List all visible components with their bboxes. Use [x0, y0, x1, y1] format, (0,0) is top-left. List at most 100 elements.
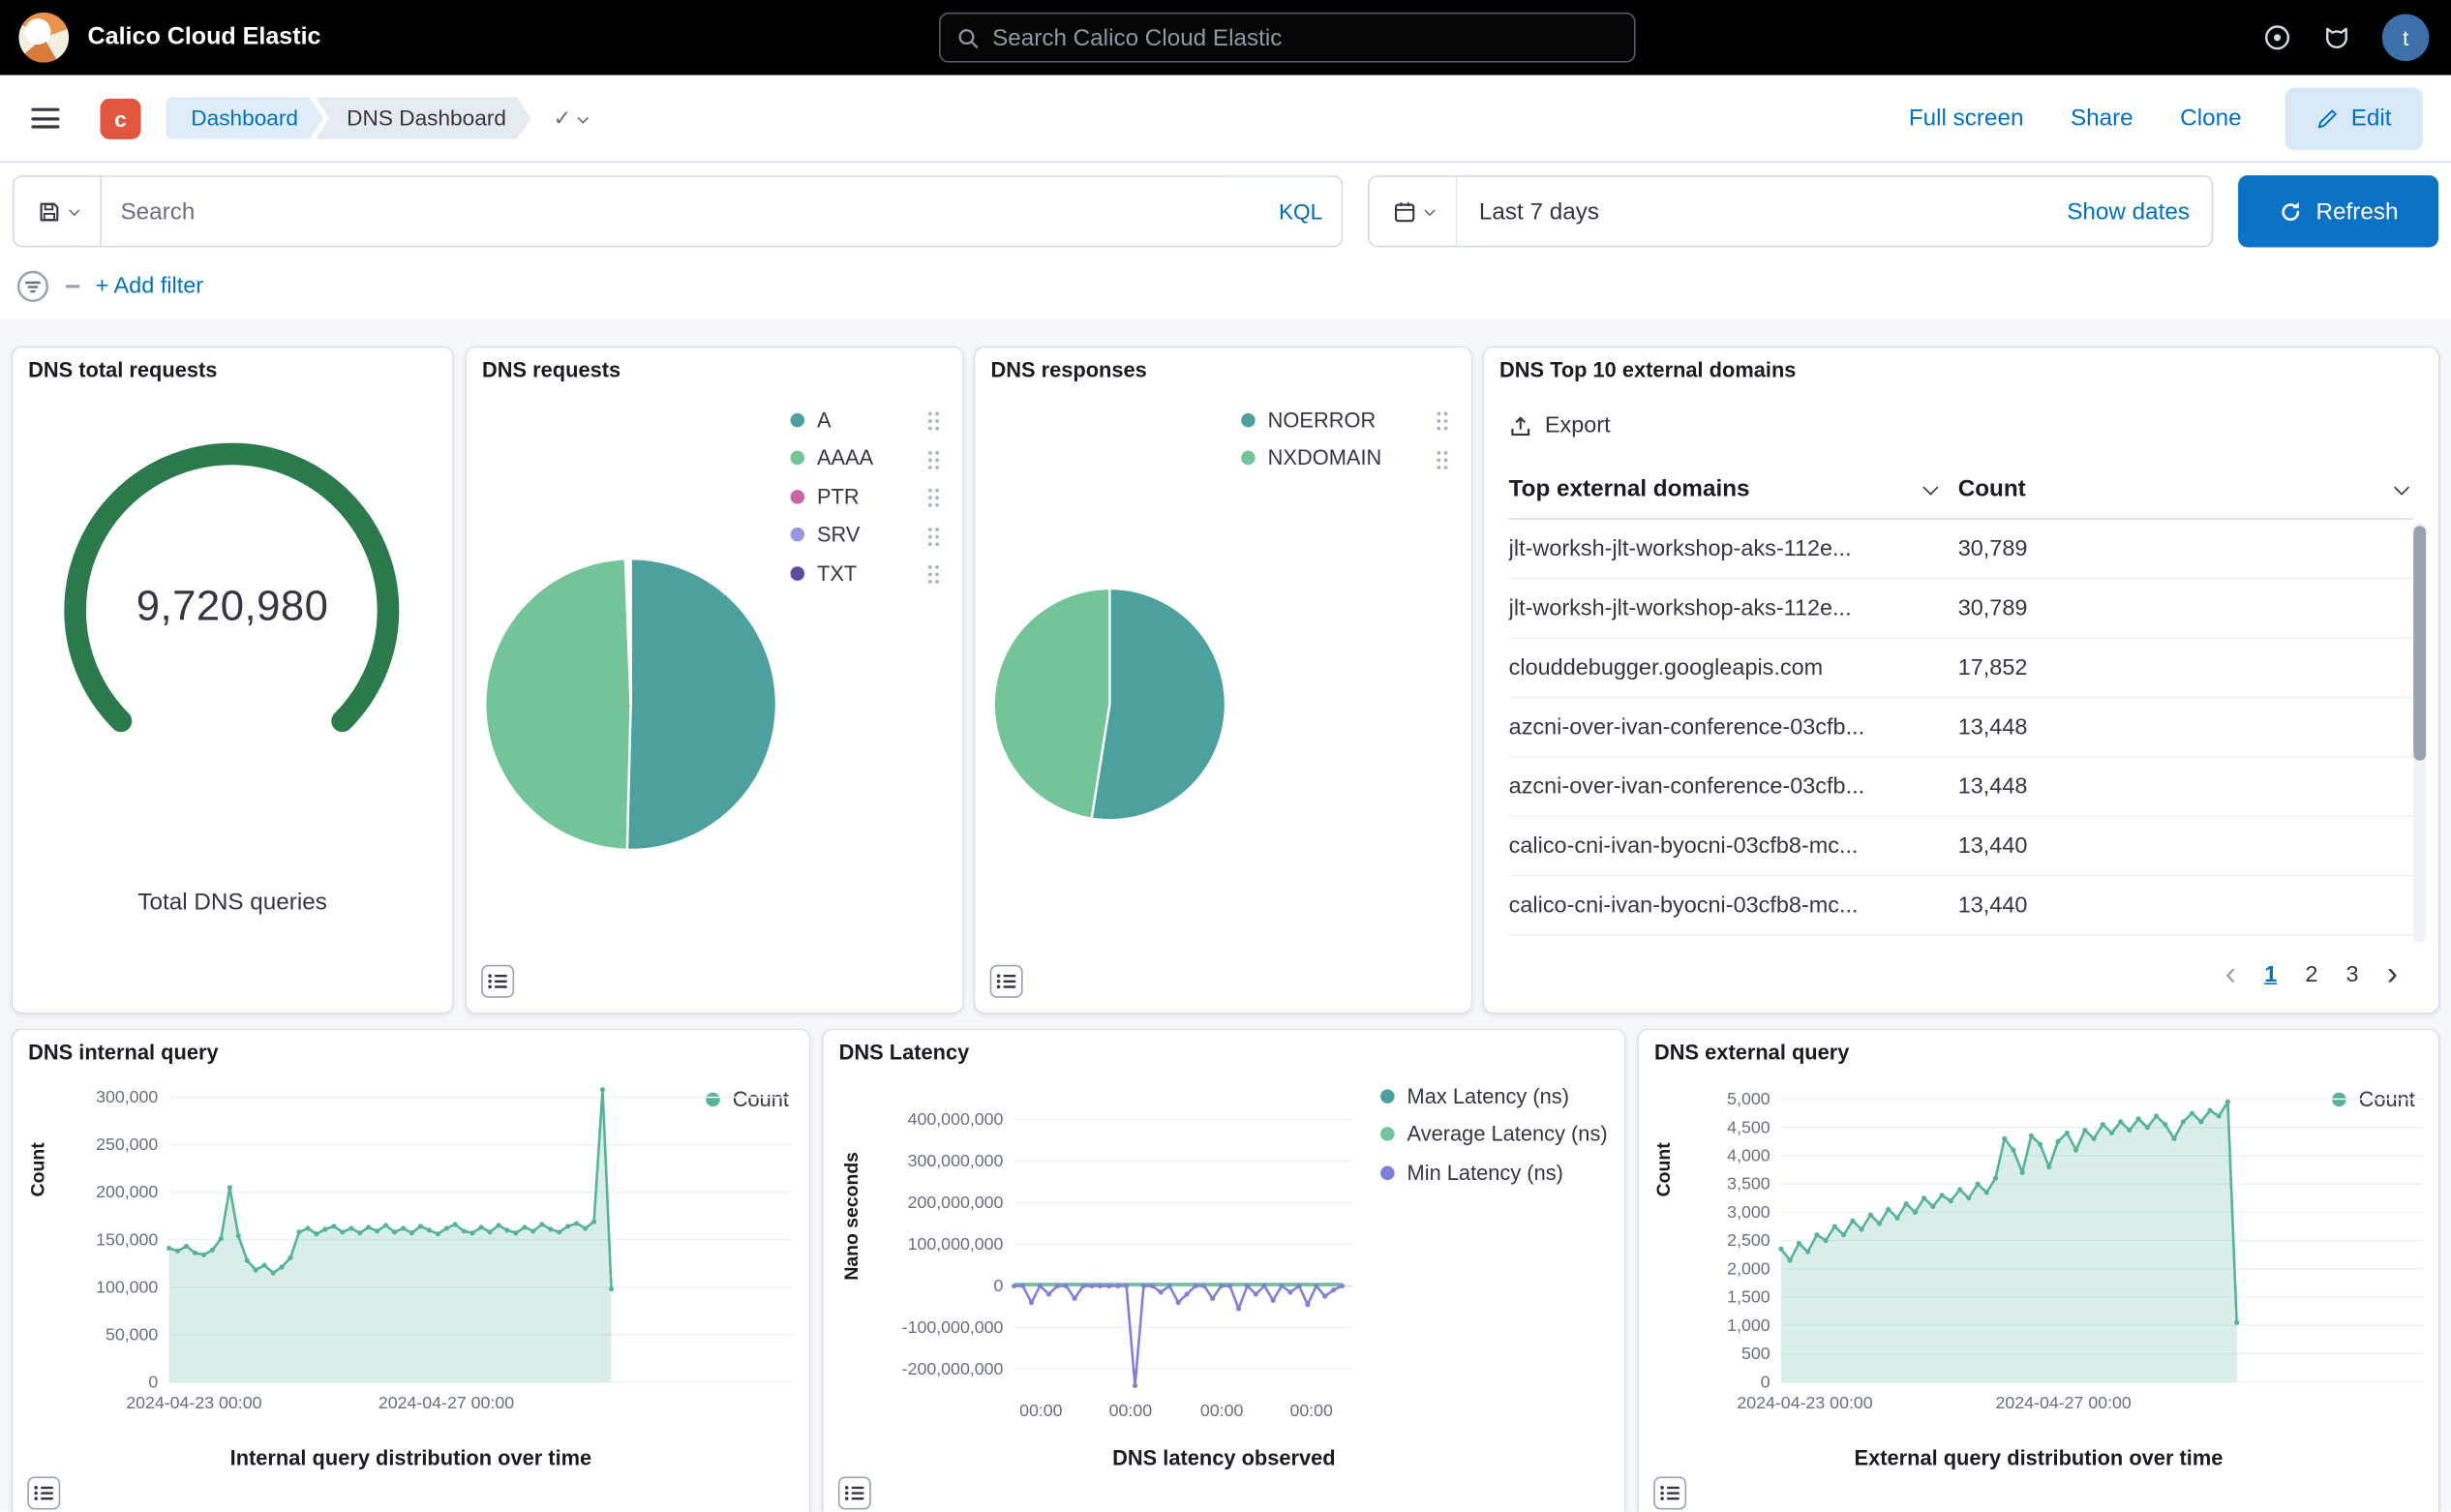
app-logo-icon[interactable] — [18, 13, 69, 63]
breadcrumb-dashboard[interactable]: Dashboard — [166, 97, 322, 139]
top-right-actions: t — [2263, 0, 2429, 76]
app-title: Calico Cloud Elastic — [88, 23, 321, 51]
table-header: Top external domains Count — [1509, 464, 2414, 520]
panel-options-icon[interactable] — [1652, 1476, 1687, 1511]
toolbar-link-clone[interactable]: Clone — [2180, 105, 2241, 131]
svg-text:0: 0 — [1761, 1372, 1770, 1391]
cell-count: 30,789 — [1958, 595, 2028, 620]
cell-domain: azcni-over-ivan-conference-03cfb... — [1509, 774, 1958, 800]
legend-item[interactable]: A — [791, 401, 941, 439]
calendar-icon — [1392, 199, 1415, 223]
column-header-count[interactable]: Count — [1958, 476, 2026, 502]
user-avatar[interactable]: t — [2382, 15, 2430, 62]
svg-text:100,000,000: 100,000,000 — [908, 1234, 1004, 1254]
legend-item[interactable]: Max Latency (ns) — [1380, 1076, 1612, 1115]
svg-text:0: 0 — [994, 1276, 1004, 1295]
add-filter-link[interactable]: + Add filter — [96, 274, 203, 299]
edit-button[interactable]: Edit — [2285, 87, 2423, 150]
svg-text:3,500: 3,500 — [1727, 1174, 1770, 1194]
column-header-domains[interactable]: Top external domains — [1509, 476, 1750, 502]
toolbar-link-full-screen[interactable]: Full screen — [1909, 105, 2024, 131]
svg-text:2024-04-27 00:00: 2024-04-27 00:00 — [1996, 1393, 2132, 1412]
export-label: Export — [1545, 413, 1611, 438]
save-icon — [37, 199, 60, 223]
chevron-down-icon[interactable] — [1922, 480, 1938, 496]
page-button-2[interactable]: 2 — [2305, 962, 2317, 987]
prev-page-icon[interactable]: ‹ — [2225, 958, 2236, 991]
panel-options-icon[interactable] — [837, 1476, 872, 1511]
legend-dot-icon — [791, 451, 805, 466]
svg-text:2024-04-27 00:00: 2024-04-27 00:00 — [378, 1393, 514, 1412]
legend-item[interactable]: TXT — [791, 554, 941, 592]
legend-item[interactable]: Min Latency (ns) — [1380, 1154, 1612, 1193]
legend-item[interactable]: NOERROR — [1241, 401, 1449, 439]
svg-text:400,000,000: 400,000,000 — [908, 1109, 1004, 1129]
global-search-input[interactable] — [992, 24, 1619, 50]
scrollbar-thumb[interactable] — [2413, 526, 2426, 761]
panel-dns-responses: DNS responses NOERRORNXDOMAIN — [975, 348, 1471, 1013]
legend-label: TXT — [817, 561, 857, 585]
legend-dot-icon — [791, 528, 805, 542]
legend-label: AAAA — [817, 446, 873, 469]
panel-options-icon[interactable] — [26, 1476, 61, 1511]
pagination: ‹ 1 2 3 › — [2225, 958, 2398, 991]
dashboard-grid: DNS total requests 9,720,980 Total DNS q… — [0, 319, 2451, 1512]
space-badge[interactable]: c — [100, 98, 140, 138]
cell-domain: calico-cni-ivan-byocni-03cfb8-mc... — [1509, 833, 1958, 859]
drag-handle-icon[interactable] — [926, 562, 941, 585]
svg-text:200,000: 200,000 — [96, 1182, 158, 1201]
cell-count: 13,448 — [1958, 774, 2028, 800]
toolbar-link-share[interactable]: Share — [2071, 105, 2133, 131]
panel-options-icon[interactable] — [480, 964, 515, 999]
pie-chart — [482, 556, 779, 853]
next-page-icon[interactable]: › — [2387, 958, 2398, 991]
chart-caption: Internal query distribution over time — [13, 1446, 809, 1469]
menu-icon[interactable] — [31, 108, 59, 129]
domains-table-body: jlt-worksh-jlt-workshop-aks-112e...30,78… — [1509, 520, 2414, 936]
page-button-3[interactable]: 3 — [2346, 962, 2359, 987]
edit-button-label: Edit — [2351, 105, 2392, 131]
legend-item[interactable]: NXDOMAIN — [1241, 439, 1449, 478]
drag-handle-icon[interactable] — [926, 447, 941, 469]
legend-item[interactable]: Average Latency (ns) — [1380, 1115, 1612, 1154]
breadcrumb-dns-dashboard[interactable]: DNS Dashboard — [316, 97, 531, 139]
table-row: calico-cni-ivan-byocni-03cfb8-mc...13,44… — [1509, 817, 2414, 876]
kql-search-input[interactable] — [120, 198, 1278, 225]
chevron-down-icon[interactable] — [2394, 480, 2409, 496]
legend-item[interactable]: PTR — [791, 477, 941, 516]
drag-handle-icon[interactable] — [1436, 447, 1450, 469]
drag-handle-icon[interactable] — [926, 486, 941, 508]
refresh-button[interactable]: Refresh — [2238, 175, 2438, 247]
table-row: calico-cni-ivan-byocni-03cfb8-mc...13,44… — [1509, 876, 2414, 935]
export-button[interactable]: Export — [1509, 413, 1611, 438]
svg-text:5,000: 5,000 — [1727, 1089, 1770, 1108]
legend-item[interactable]: SRV — [791, 516, 941, 555]
panel-dns-requests: DNS requests AAAAAPTRSRVTXT — [467, 348, 963, 1013]
time-range-label[interactable]: Last 7 days — [1457, 198, 1599, 225]
panel-title: DNS external query — [1654, 1041, 1849, 1064]
kql-toggle[interactable]: KQL — [1279, 198, 1322, 224]
assistant-icon[interactable] — [2322, 23, 2350, 51]
cell-count: 30,789 — [1958, 536, 2028, 561]
page-button-1[interactable]: 1 — [2264, 962, 2277, 987]
saved-object-check-icon[interactable]: ✓ — [553, 105, 587, 131]
pie-chart — [990, 586, 1228, 824]
filter-icon[interactable] — [15, 269, 50, 304]
drag-handle-icon[interactable] — [926, 408, 941, 431]
cell-domain: clouddebugger.googleapis.com — [1509, 655, 1958, 680]
drag-handle-icon[interactable] — [1436, 408, 1450, 431]
legend-label: A — [817, 408, 832, 432]
panel-dns-external-query: DNS external query Count Count 05001,000… — [1639, 1030, 2438, 1512]
show-dates-link[interactable]: Show dates — [2067, 198, 2211, 225]
panel-options-icon[interactable] — [989, 964, 1024, 999]
filter-row: + Add filter — [15, 266, 203, 307]
calendar-menu-button[interactable] — [1370, 177, 1458, 246]
saved-query-menu-button[interactable] — [13, 175, 102, 247]
legend-dot-icon — [791, 412, 805, 427]
drag-handle-icon[interactable] — [926, 524, 941, 546]
legend-item[interactable]: AAAA — [791, 439, 941, 478]
panel-title: DNS internal query — [28, 1041, 218, 1064]
svg-text:-200,000,000: -200,000,000 — [902, 1359, 1004, 1378]
panel-dns-total-requests: DNS total requests 9,720,980 Total DNS q… — [13, 348, 452, 1013]
controls-icon[interactable] — [2263, 23, 2291, 51]
